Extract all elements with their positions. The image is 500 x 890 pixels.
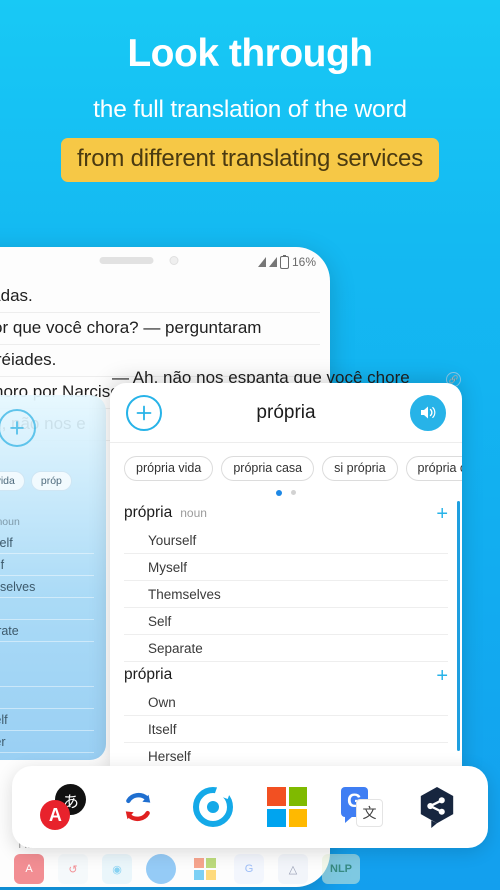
- translate-cjk-glyph: 文: [355, 799, 383, 827]
- systran-pin-icon: [420, 787, 453, 828]
- group-heading: própria: [0, 642, 94, 665]
- background-chips-row: própria vida próp: [0, 471, 94, 491]
- promo-title: Look through: [127, 32, 373, 75]
- add-word-button[interactable]: [126, 394, 162, 431]
- service-systran[interactable]: [411, 781, 463, 833]
- group-heading: próprianoun: [0, 509, 94, 532]
- microsoft-squares-icon: [267, 787, 308, 827]
- battery-percent: 16%: [291, 255, 316, 269]
- nlp-icon: NLP: [322, 854, 360, 884]
- list-item: Self: [0, 598, 94, 620]
- scrollbar-thumb[interactable]: [457, 501, 460, 751]
- service-reverso[interactable]: [112, 781, 164, 833]
- background-entry-list: próprianoun Yourself Myself Themselves S…: [0, 509, 94, 760]
- earpiece-speaker: [99, 257, 154, 264]
- text-line: salgadas.: [0, 281, 320, 313]
- battery-icon: [279, 255, 289, 269]
- page-dot-active[interactable]: [276, 490, 282, 496]
- promt-icon: △: [278, 854, 308, 884]
- abbyy-icon: あ A: [40, 784, 87, 830]
- group-heading: própria noun +: [124, 500, 448, 527]
- front-camera: [169, 256, 179, 265]
- list-item: One's: [0, 753, 94, 761]
- list-item[interactable]: Itself: [124, 716, 448, 743]
- signal-bars-icon: [257, 257, 266, 267]
- list-item[interactable]: Self: [124, 608, 448, 635]
- add-group-button[interactable]: +: [436, 666, 448, 686]
- list-item[interactable]: Themselves: [124, 581, 448, 608]
- abbyy-letter-badge: A: [40, 800, 71, 830]
- chip-phrase[interactable]: própria c: [405, 456, 462, 481]
- chip-phrase[interactable]: própria vida: [124, 456, 214, 481]
- background-translation-panel: + própria vida próp próprianoun Yourself…: [0, 395, 106, 760]
- chip: própria vida: [0, 471, 25, 491]
- list-item: Myself: [0, 554, 94, 576]
- card-header: própria: [110, 383, 462, 443]
- service-abbyy-lingvo[interactable]: あ A: [37, 781, 89, 833]
- signal-bars-icon-2: [268, 257, 277, 267]
- group-word: própria: [124, 666, 173, 683]
- speak-word-button[interactable]: [410, 394, 446, 431]
- deepl-ring-icon: ◉: [102, 854, 132, 884]
- list-item: Separate: [0, 620, 94, 642]
- promo-subtitle: the full translation of the word: [93, 95, 407, 123]
- list-item: Herself: [0, 709, 94, 731]
- page-dot[interactable]: [291, 490, 296, 495]
- list-item[interactable]: Yourself: [124, 527, 448, 554]
- text-line: — Por que você chora? — perguntaram: [0, 313, 320, 345]
- abbyy-icon: A: [14, 854, 44, 884]
- list-item: Proper: [0, 731, 94, 753]
- microsoft-squares-icon: [190, 854, 220, 884]
- reverso-icon: [125, 792, 151, 822]
- page-indicator[interactable]: [110, 481, 462, 500]
- reverso-icon: ↺: [58, 854, 88, 884]
- group-part-of-speech: noun: [180, 506, 207, 520]
- promo-block: Look through the full translation of the…: [0, 32, 500, 182]
- status-indicators: 16%: [257, 255, 316, 269]
- card-word-title: própria: [256, 401, 316, 423]
- chip-phrase[interactable]: própria casa: [221, 456, 315, 481]
- deepl-ring-icon: [192, 787, 233, 827]
- plus-icon: [136, 405, 152, 420]
- promo-screenshot: Look through the full translation of the…: [0, 0, 500, 890]
- translation-card: própria própria vida própria casa si pró…: [110, 383, 462, 775]
- service-deepl[interactable]: [187, 781, 239, 833]
- list-item: Themselves: [0, 576, 94, 598]
- promo-badge: from different translating services: [60, 137, 440, 182]
- related-phrases-row[interactable]: própria vida própria casa si própria pró…: [110, 443, 462, 481]
- speaker-volume-icon: [420, 406, 435, 419]
- translation-group: própria + Own Itself Herself: [110, 662, 462, 770]
- google-translate-icon: G: [234, 854, 264, 884]
- list-item: Itself: [0, 687, 94, 709]
- glob-icon: [146, 854, 176, 884]
- add-group-button[interactable]: +: [436, 504, 448, 524]
- list-item[interactable]: Separate: [124, 635, 448, 662]
- background-services-strip: A ↺ ◉ G △ NLP: [0, 848, 500, 890]
- list-item[interactable]: Own: [124, 689, 448, 716]
- service-microsoft-translator[interactable]: [261, 781, 313, 833]
- group-pos: noun: [0, 516, 20, 528]
- group-heading: própria +: [124, 662, 448, 689]
- list-item: Own: [0, 665, 94, 687]
- service-google-translate[interactable]: G 文: [336, 781, 388, 833]
- google-translate-icon: G 文: [340, 787, 383, 827]
- phone-status-bar: 9:02 16%: [0, 247, 330, 277]
- plus-circle-icon: +: [0, 409, 36, 447]
- translation-group: própria noun + Yourself Myself Themselve…: [110, 500, 462, 662]
- list-item: Yourself: [0, 532, 94, 554]
- chip-phrase[interactable]: si própria: [322, 456, 398, 481]
- chip: próp: [30, 471, 72, 491]
- phone-notch: [99, 256, 179, 265]
- list-item[interactable]: Myself: [124, 554, 448, 581]
- group-word: própria: [124, 504, 173, 521]
- translation-services-bar: あ A G 文: [12, 766, 488, 848]
